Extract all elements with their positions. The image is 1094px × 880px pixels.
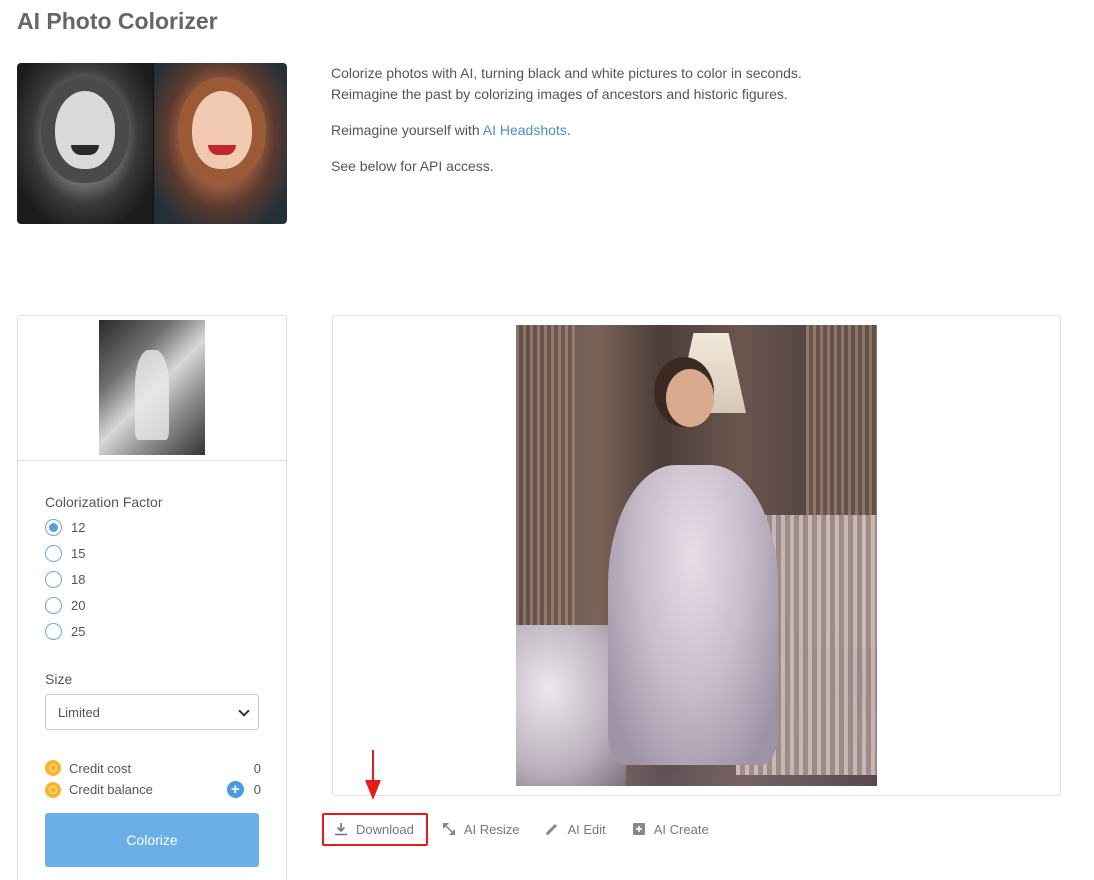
credit-cost-value: 0 [253,760,261,776]
coin-icon [45,760,61,776]
intro-text: Colorize photos with AI, turning black a… [331,63,802,192]
download-icon [335,823,347,836]
uploaded-photo-thumbnail [99,320,205,455]
size-select[interactable]: Limited [45,694,259,730]
intro-line-2: Reimagine the past by colorizing images … [331,86,788,102]
hero-bw-half [17,63,153,224]
colorize-button[interactable]: Colorize [45,813,259,867]
factor-option-label: 20 [71,598,86,613]
add-file-icon [632,823,645,835]
settings-panel: Colorization Factor 12 15 18 20 25 Size … [17,315,287,880]
size-label: Size [45,671,73,687]
factor-option-label: 12 [71,520,86,535]
factor-option-label: 18 [71,572,86,587]
pencil-icon [546,823,558,836]
download-label: Download [356,821,414,837]
radio-button[interactable] [45,623,62,640]
factor-option-15[interactable]: 15 [45,545,85,562]
colorization-factor-label: Colorization Factor [45,494,163,510]
radio-button[interactable] [45,545,62,562]
headshots-prefix: Reimagine yourself with [331,122,483,138]
upload-thumbnail-area[interactable] [18,316,286,461]
coin-icon [45,781,61,798]
result-actions-bar: Download AI Resize AI Edit AI Create [322,811,735,847]
credit-balance-label: Credit balance [69,782,153,797]
credit-balance-value: 0 [253,782,261,797]
download-button[interactable]: Download [322,812,428,846]
resize-icon [442,823,455,835]
headshots-suffix: . [566,122,571,138]
ai-create-button[interactable]: AI Create [632,822,709,837]
ai-edit-label: AI Edit [567,821,606,837]
hero-before-after-image [17,63,287,224]
page-title: AI Photo Colorizer [17,8,218,34]
factor-option-label: 25 [71,624,86,639]
ai-resize-button[interactable]: AI Resize [442,821,520,837]
radio-button[interactable] [45,571,62,588]
ai-headshots-link[interactable]: AI Headshots [483,122,567,138]
add-credits-icon[interactable]: + [226,781,244,798]
radio-button[interactable] [45,597,62,614]
radio-button[interactable] [45,519,62,536]
red-arrow-annotation [365,750,381,800]
result-panel [332,315,1061,796]
ai-create-label: AI Create [653,821,709,837]
credit-cost-label: Credit cost [69,760,132,776]
factor-option-18[interactable]: 18 [45,571,85,588]
intro-line-1: Colorize photos with AI, turning black a… [331,65,802,81]
ai-edit-button[interactable]: AI Edit [545,821,606,837]
size-select-value: Limited [58,704,100,720]
hero-color-half [154,63,287,224]
api-note: See below for API access. [331,158,494,174]
factor-option-label: 15 [71,546,86,561]
credit-balance-row: Credit balance + 0 [45,781,261,798]
ai-resize-label: AI Resize [463,821,520,837]
credit-cost-row: Credit cost 0 [45,760,261,776]
factor-option-12[interactable]: 12 [45,519,85,536]
chevron-down-icon [238,707,248,717]
factor-option-25[interactable]: 25 [45,623,85,640]
colorized-result-image [516,325,877,786]
factor-option-20[interactable]: 20 [45,597,85,614]
